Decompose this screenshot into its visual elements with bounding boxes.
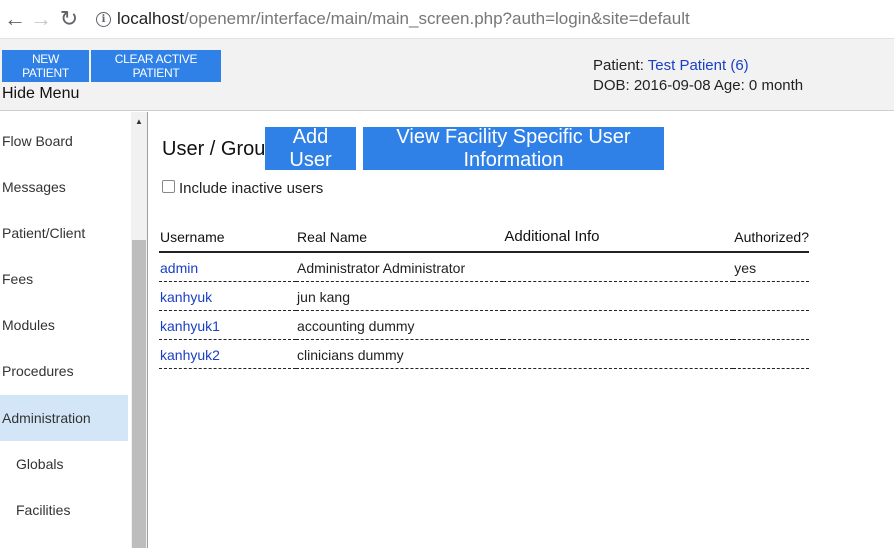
username-link[interactable]: kanhyuk	[160, 289, 212, 305]
sidebar-item-flow-board[interactable]: Flow Board	[0, 118, 128, 164]
authorized-cell	[733, 339, 809, 369]
scroll-up-arrow-icon[interactable]: ▲	[131, 116, 147, 128]
username-link[interactable]: kanhyuk1	[160, 318, 220, 334]
sidebar-scrollbar[interactable]: ▲	[131, 112, 147, 548]
include-inactive-label[interactable]: Include inactive users	[179, 180, 323, 197]
new-patient-button[interactable]: NEW PATIENT	[2, 50, 89, 82]
patient-name-link[interactable]: Test Patient (6)	[648, 57, 749, 74]
address-bar[interactable]: localhost/openemr/interface/main/main_sc…	[117, 9, 690, 29]
sidebar-item-procedures[interactable]: Procedures	[0, 348, 128, 394]
scrollbar-thumb[interactable]	[132, 240, 146, 548]
patient-dob: DOB: 2016-09-08 Age: 0 month	[593, 77, 804, 94]
add-user-button[interactable]: Add User	[265, 126, 356, 171]
sidebar-menu: Flow Board Messages Patient/Client Fees …	[0, 112, 148, 548]
real-name-cell: Administrator Administrator	[296, 252, 504, 282]
app-header: NEW PATIENT CLEAR ACTIVE PATIENT Hide Me…	[0, 38, 894, 111]
column-header-real-name: Real Name	[296, 222, 504, 253]
patient-prefix: Patient:	[593, 57, 644, 74]
browser-toolbar: ← → ↻ i localhost/openemr/interface/main…	[0, 0, 894, 38]
reload-icon[interactable]: ↻	[56, 4, 82, 34]
url-host: localhost	[117, 9, 185, 28]
table-row: kanhyuk2 clinicians dummy	[159, 339, 809, 369]
additional-info-cell	[503, 252, 734, 282]
additional-info-cell	[503, 339, 734, 369]
url-path: /openemr/interface/main/main_screen.php?…	[184, 9, 690, 28]
include-inactive-checkbox[interactable]	[162, 180, 175, 193]
column-header-authorized: Authorized?	[733, 222, 809, 253]
sidebar-item-messages[interactable]: Messages	[0, 164, 128, 210]
sidebar-item-globals[interactable]: Globals	[0, 441, 128, 487]
table-header-row: Username Real Name Additional Info Autho…	[159, 222, 809, 253]
real-name-cell: clinicians dummy	[296, 339, 504, 369]
patient-info: Patient: Test Patient (6) DOB: 2016-09-0…	[593, 56, 803, 96]
clear-active-patient-button[interactable]: CLEAR ACTIVE PATIENT	[91, 50, 221, 82]
authorized-cell	[733, 281, 809, 311]
column-header-additional-info: Additional Info	[503, 222, 734, 253]
additional-info-cell	[503, 310, 734, 340]
sidebar-item-facilities[interactable]: Facilities	[0, 487, 128, 533]
back-arrow-icon[interactable]: ←	[2, 4, 28, 34]
users-table: Username Real Name Additional Info Autho…	[159, 222, 809, 369]
real-name-cell: accounting dummy	[296, 310, 504, 340]
forward-arrow-icon[interactable]: →	[28, 4, 54, 34]
hide-menu-link[interactable]: Hide Menu	[2, 85, 79, 103]
site-info-icon[interactable]: i	[96, 11, 111, 27]
sidebar-item-patient-client[interactable]: Patient/Client	[0, 210, 128, 256]
view-facility-user-info-button[interactable]: View Facility Specific User Information	[363, 126, 664, 171]
column-header-username: Username	[159, 222, 297, 253]
real-name-cell: jun kang	[296, 281, 504, 311]
additional-info-cell	[503, 281, 734, 311]
authorized-cell: yes	[733, 252, 809, 282]
username-link[interactable]: kanhyuk2	[160, 347, 220, 363]
sidebar-item-administration[interactable]: Administration	[0, 395, 128, 441]
username-link[interactable]: admin	[160, 260, 198, 276]
table-row: kanhyuk jun kang	[159, 281, 809, 311]
authorized-cell	[733, 310, 809, 340]
sidebar-item-fees[interactable]: Fees	[0, 256, 128, 302]
main-content: User / Groups Add User View Facility Spe…	[150, 112, 894, 548]
table-row: kanhyuk1 accounting dummy	[159, 310, 809, 340]
table-row: admin Administrator Administrator yes	[159, 252, 809, 282]
sidebar-item-modules[interactable]: Modules	[0, 302, 128, 348]
include-inactive-row: Include inactive users	[162, 180, 323, 197]
